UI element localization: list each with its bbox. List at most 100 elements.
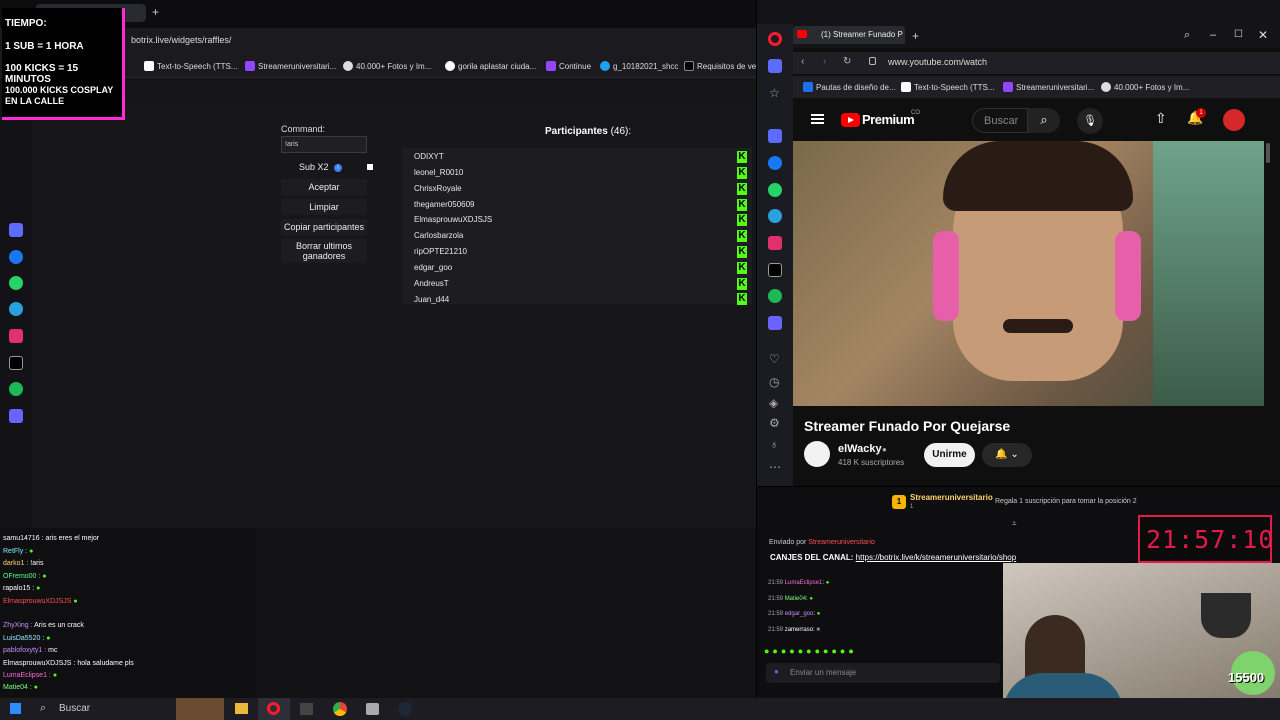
stream-overlay-rules: TIEMPO: 1 SUB = 1 HORA 100 KICKS = 15 MI… (2, 8, 125, 120)
command-input[interactable]: !aris (281, 136, 367, 153)
video-hair (943, 141, 1133, 211)
back-icon[interactable]: ‹ (801, 56, 804, 67)
bookmark-pautas[interactable]: Pautas de diseño de... (803, 76, 896, 98)
headphone-left (933, 231, 959, 321)
clear-button[interactable]: Limpiar (281, 199, 367, 215)
upload-icon[interactable]: ⇧ (1155, 110, 1167, 127)
taskbar-app-icon[interactable] (300, 703, 313, 715)
copy-participants-button[interactable]: Copiar participantes (281, 219, 367, 235)
right-url-text[interactable]: www.youtube.com/watch (888, 57, 987, 67)
instagram-icon[interactable] (9, 329, 23, 343)
search-input[interactable]: Buscar (972, 108, 1028, 133)
left-url-text[interactable]: botrix.live/widgets/raffles/ (131, 35, 231, 45)
google-icon (445, 61, 455, 71)
overlay-line: EN LA CALLE (5, 96, 65, 106)
search-tabs-icon[interactable]: ⌕ (1184, 29, 1190, 42)
file-explorer-icon[interactable] (235, 703, 248, 714)
taskbar-opera-active[interactable] (258, 698, 290, 720)
collapse-icon[interactable]: ⩡ (1012, 519, 1017, 529)
forward-icon[interactable]: › (823, 56, 826, 67)
sub-x2-checkbox[interactable] (367, 164, 373, 170)
star-icon[interactable]: ☆ (769, 86, 780, 100)
aria-icon[interactable] (768, 129, 782, 143)
kicks-counter: 15500 (1228, 670, 1265, 685)
whatsapp-icon[interactable] (768, 183, 782, 197)
kick-icon: K (737, 246, 747, 258)
bookmark-g1018[interactable]: g_10182021_shcc (600, 54, 678, 78)
lightbulb-icon[interactable]: ♁ (770, 439, 778, 451)
chat-line: rapalo15 : ● (3, 585, 41, 592)
minimize-icon[interactable]: – (1210, 29, 1216, 41)
telegram-icon[interactable] (9, 302, 23, 316)
bookmark-continue[interactable]: Continue (546, 54, 591, 78)
kick-icon: K (737, 278, 747, 290)
search-icon[interactable]: ⌕ (40, 702, 46, 715)
taskbar-search[interactable]: Buscar (59, 703, 90, 714)
windows-start-icon[interactable] (10, 703, 21, 714)
bookmark-tts[interactable]: Text-to-Speech (TTS... (144, 54, 237, 78)
delete-winners-button[interactable]: Borrar ultimos ganadores (281, 239, 367, 263)
close-icon[interactable]: ✕ (1258, 28, 1268, 42)
search-icon[interactable]: ⌕ (1028, 108, 1060, 133)
chat-line: LumaEclipse1 : ● (3, 672, 58, 679)
shop-link[interactable]: https://botrix.live/k/streameruniversita… (856, 553, 1017, 562)
yt-premium-label[interactable]: Premium (862, 112, 915, 127)
avatar[interactable] (1223, 109, 1245, 131)
history-icon[interactable]: ◷ (769, 375, 779, 389)
bookmark-requisitos[interactable]: Requisitos de ve (684, 54, 756, 78)
chat-line: Matie04 : ● (3, 684, 38, 691)
microphone-icon[interactable]: 🎙 (1077, 108, 1103, 134)
channel-avatar[interactable] (804, 441, 830, 467)
x-icon[interactable] (768, 263, 782, 277)
bookmark-streamer[interactable]: Streameruniversitari... (1003, 76, 1094, 98)
bookmark-streamer[interactable]: Streameruniversitari... (245, 54, 336, 78)
right-url-bar[interactable]: ‹ › ↻ www.youtube.com/watch (793, 52, 1280, 74)
player-icon[interactable] (9, 409, 23, 423)
settings-icon[interactable]: ⚙ (769, 416, 780, 430)
heart-icon[interactable]: ♡ (769, 352, 780, 366)
spotify-icon[interactable] (9, 382, 23, 396)
x-icon[interactable] (9, 356, 23, 370)
bookmark-gorila[interactable]: gorila aplastar ciuda... (445, 54, 536, 78)
bookmark-tts[interactable]: Text-to-Speech (TTS... (901, 76, 994, 98)
whatsapp-icon[interactable] (9, 276, 23, 290)
instagram-icon[interactable] (768, 236, 782, 250)
telegram-icon[interactable] (768, 209, 782, 223)
opera-logo-icon[interactable] (768, 32, 782, 46)
bookmark-fotos[interactable]: 40.000+ Fotos y Im... (1101, 76, 1189, 98)
chat-line: LuisDa5520 : ● (3, 635, 51, 642)
menu-icon[interactable] (811, 114, 824, 124)
video-player[interactable] (793, 141, 1264, 406)
cube-icon[interactable]: ◈ (769, 396, 778, 410)
chat-input[interactable]: ● Enviar un mensaje (766, 663, 1000, 683)
maximize-icon[interactable]: ☐ (1234, 29, 1243, 40)
emote-picker-icon[interactable]: ● (774, 667, 779, 676)
reload-icon[interactable]: ↻ (843, 56, 851, 67)
steam-icon[interactable] (398, 702, 412, 716)
bookmark-fotos[interactable]: 40.000+ Fotos y Im... (343, 54, 431, 78)
emote-bar[interactable]: ●●●●●●●●●●● (764, 646, 857, 656)
messenger-icon[interactable] (768, 156, 782, 170)
youtube-logo-icon[interactable] (841, 113, 860, 127)
tts-icon (144, 61, 154, 71)
join-button[interactable]: Unirme (924, 443, 975, 467)
spotify-icon[interactable] (768, 289, 782, 303)
accept-button[interactable]: Aceptar (281, 179, 367, 195)
aria-icon[interactable] (9, 223, 23, 237)
subscribe-bell-button[interactable]: 🔔 ⌄ (982, 443, 1032, 467)
messenger-icon[interactable] (9, 250, 23, 264)
scrollbar[interactable] (1264, 141, 1273, 406)
taskbar-app-icon[interactable] (366, 703, 379, 715)
taskbar-widget-image[interactable] (176, 698, 224, 720)
channel-name[interactable]: elWacky (838, 443, 882, 455)
participant: ChrisxRoyale (414, 184, 462, 193)
youtube-tab[interactable]: (1) Streamer Funado P (793, 26, 905, 44)
more-icon[interactable]: ⋯ (769, 460, 781, 474)
info-icon[interactable]: i (334, 164, 342, 172)
home-icon[interactable] (768, 59, 782, 73)
new-tab-icon[interactable]: + (912, 29, 919, 43)
chrome-icon[interactable] (333, 702, 347, 716)
participant: thegamer050609 (414, 200, 475, 209)
new-tab-icon[interactable]: + (152, 6, 164, 18)
player-icon[interactable] (768, 316, 782, 330)
